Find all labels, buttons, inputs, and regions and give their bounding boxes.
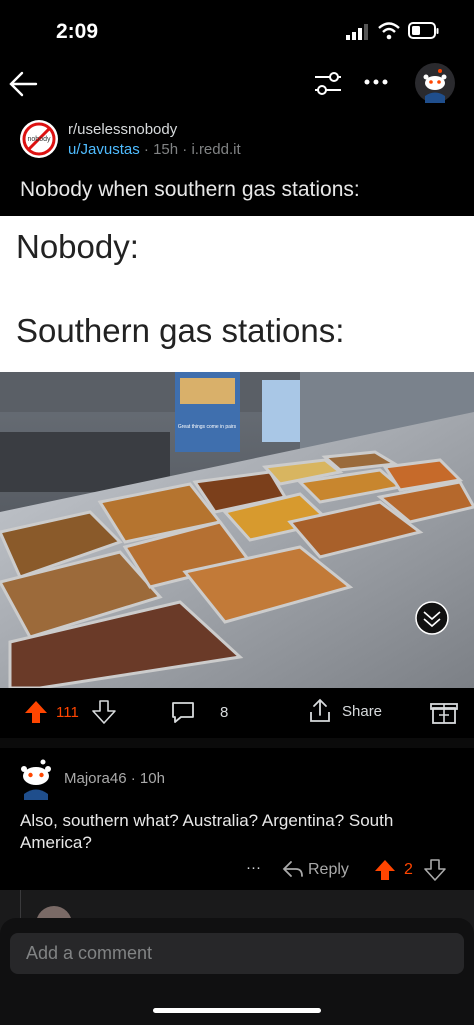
status-time: 2:09: [56, 20, 99, 43]
comment-upvote-icon[interactable]: [374, 859, 396, 881]
meta-separator: ·: [182, 141, 188, 158]
meme-caption-line2: Southern gas stations:: [16, 312, 345, 349]
reply-button[interactable]: Reply: [308, 861, 349, 879]
comment-more-button[interactable]: ···: [246, 859, 261, 876]
share-icon[interactable]: [308, 698, 332, 724]
comment-body: Also, southern what? Australia? Argentin…: [20, 811, 394, 852]
comment-bubble-icon[interactable]: [170, 700, 196, 724]
award-icon[interactable]: [430, 698, 458, 726]
comment-age: 10h: [139, 770, 165, 787]
battery-icon: [408, 22, 439, 39]
post-meta: u/Javustas · 15h · i.redd.it: [68, 141, 241, 158]
upvote-count: 111: [56, 704, 79, 721]
comment-score: 2: [404, 861, 413, 878]
post-author[interactable]: u/Javustas: [68, 141, 140, 158]
subreddit-avatar-text: nobody: [28, 136, 51, 143]
more-options-icon[interactable]: [364, 78, 390, 86]
comment-actions: ··· Reply 2: [0, 855, 474, 887]
post-domain: i.redd.it: [191, 141, 241, 158]
comment-downvote-icon[interactable]: [424, 859, 446, 881]
user-avatar[interactable]: [414, 62, 456, 104]
post-title: Nobody when southern gas stations:: [20, 178, 360, 201]
meta-separator: ·: [130, 770, 136, 787]
cellular-signal-icon: [346, 24, 368, 40]
post-age: 15h: [153, 141, 179, 158]
top-navigation-bar: [0, 60, 474, 112]
wifi-icon: [378, 22, 400, 40]
photo-sign-text: Great things come in pairs: [178, 424, 237, 430]
downvote-icon[interactable]: [92, 700, 116, 724]
add-comment-input[interactable]: [10, 933, 464, 974]
food-buffet-photo: Great things come in pairs: [0, 372, 474, 688]
meme-caption-line1: Nobody:: [16, 228, 139, 265]
comment-count: 8: [220, 704, 229, 721]
sort-filter-icon[interactable]: [313, 70, 343, 98]
home-indicator: [153, 1008, 321, 1013]
comment-meta: Majora46 · 10h: [64, 770, 165, 787]
post-action-bar: 111 8 Share: [0, 688, 474, 738]
share-button-label[interactable]: Share: [342, 703, 382, 720]
subreddit-name[interactable]: r/uselessnobody: [68, 121, 177, 138]
upvote-icon[interactable]: [24, 700, 48, 724]
commenter-avatar[interactable]: [16, 756, 56, 800]
reply-arrow-icon[interactable]: [282, 859, 304, 879]
status-bar: 2:09: [0, 0, 474, 60]
comment-author[interactable]: Majora46: [64, 770, 127, 787]
back-arrow-icon[interactable]: [8, 70, 40, 98]
subreddit-avatar[interactable]: nobody: [20, 120, 58, 158]
section-divider: [0, 738, 474, 748]
meta-separator: ·: [143, 141, 149, 158]
